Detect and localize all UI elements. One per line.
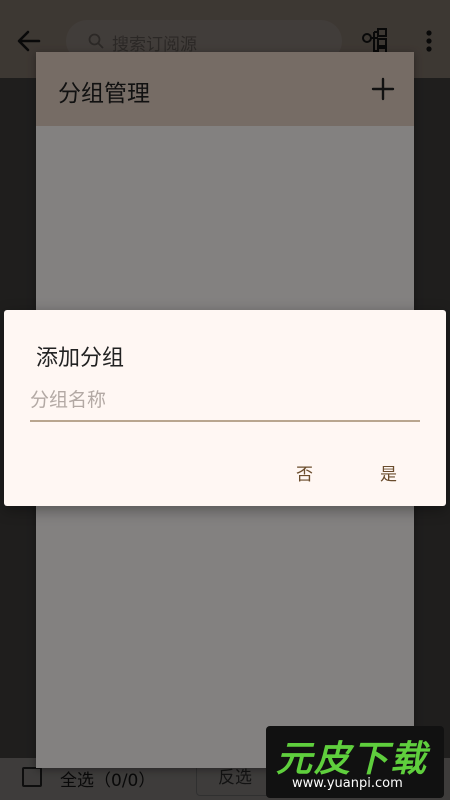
watermark-logo: 元皮下载 www.yuanpi.com	[266, 726, 444, 798]
watermark-url: www.yuanpi.com	[292, 776, 403, 791]
cancel-button[interactable]: 否	[286, 454, 323, 491]
confirm-button[interactable]: 是	[370, 454, 407, 491]
dialog-title: 添加分组	[36, 346, 125, 371]
add-group-dialog: 添加分组 否 是	[4, 310, 446, 506]
group-name-input[interactable]	[30, 382, 420, 422]
watermark-title: 元皮下载	[276, 739, 429, 780]
